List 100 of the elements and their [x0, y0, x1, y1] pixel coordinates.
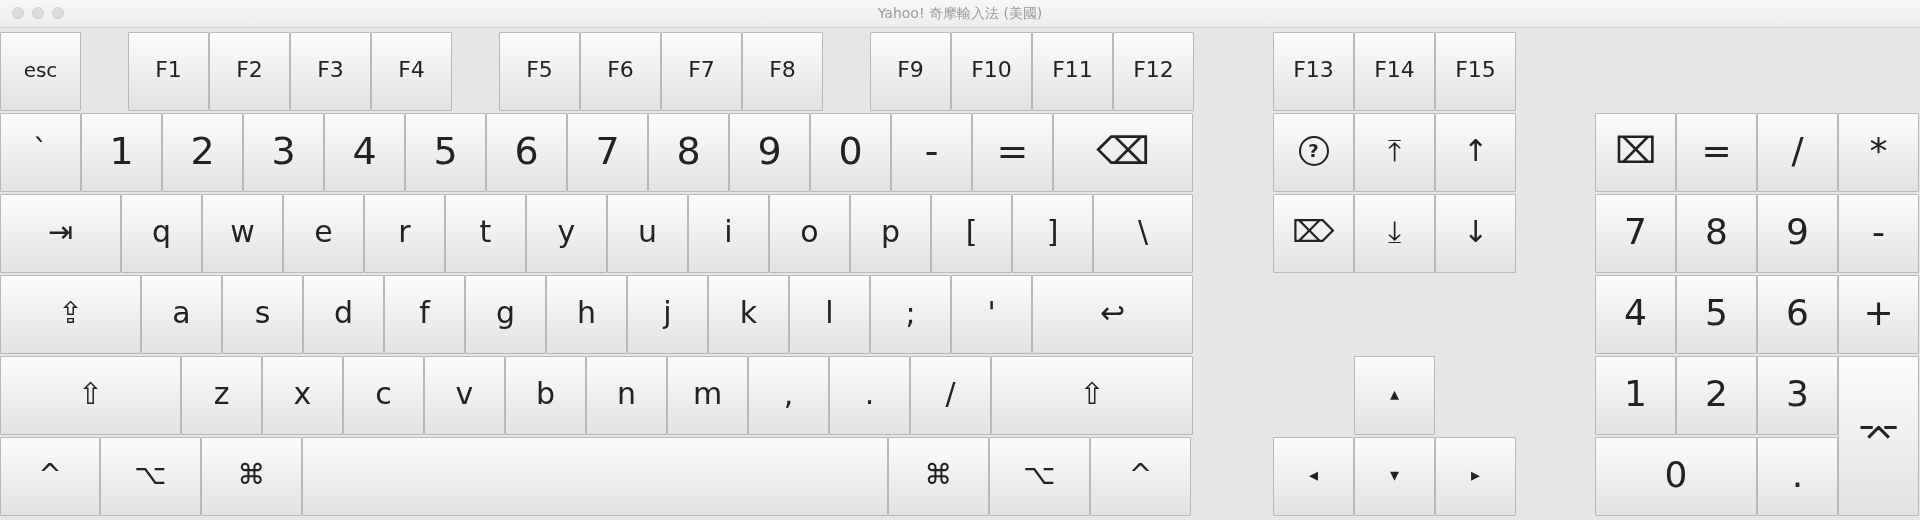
- keyboard-key[interactable]: [: [931, 194, 1012, 273]
- keyboard-key[interactable]: F6: [580, 32, 661, 111]
- keyboard-key[interactable]: /: [1757, 113, 1838, 192]
- keyboard-key[interactable]: -: [1838, 194, 1919, 273]
- keyboard-key[interactable]: ^: [1090, 437, 1191, 516]
- keyboard-key[interactable]: ▾: [1354, 437, 1435, 516]
- keyboard-key[interactable]: ▴: [1354, 356, 1435, 435]
- keyboard-key[interactable]: ]: [1012, 194, 1093, 273]
- keyboard-key[interactable]: g: [465, 275, 546, 354]
- keyboard-key[interactable]: ▸: [1435, 437, 1516, 516]
- keyboard-key[interactable]: o: [769, 194, 850, 273]
- keyboard-key[interactable]: m: [667, 356, 748, 435]
- keyboard-key[interactable]: ⌤: [1838, 356, 1919, 516]
- keyboard-key[interactable]: ⤓: [1354, 194, 1435, 273]
- keyboard-key[interactable]: +: [1838, 275, 1919, 354]
- keyboard-key[interactable]: ,: [748, 356, 829, 435]
- keyboard-key[interactable]: -: [891, 113, 972, 192]
- keyboard-key[interactable]: ⇧: [0, 356, 181, 435]
- keyboard-key[interactable]: 3: [243, 113, 324, 192]
- keyboard-key[interactable]: z: [181, 356, 262, 435]
- keyboard-key[interactable]: d: [303, 275, 384, 354]
- keyboard-key[interactable]: F13: [1273, 32, 1354, 111]
- keyboard-key[interactable]: F12: [1113, 32, 1194, 111]
- keyboard-key[interactable]: 7: [1595, 194, 1676, 273]
- keyboard-key[interactable]: a: [141, 275, 222, 354]
- keyboard-key[interactable]: `: [0, 113, 81, 192]
- keyboard-key[interactable]: 5: [1676, 275, 1757, 354]
- keyboard-key[interactable]: =: [1676, 113, 1757, 192]
- keyboard-key[interactable]: j: [627, 275, 708, 354]
- keyboard-key[interactable]: F10: [951, 32, 1032, 111]
- keyboard-key[interactable]: F3: [290, 32, 371, 111]
- keyboard-key[interactable]: *: [1838, 113, 1919, 192]
- keyboard-key[interactable]: ⌫: [1053, 113, 1193, 192]
- keyboard-key[interactable]: ': [951, 275, 1032, 354]
- keyboard-key[interactable]: 5: [405, 113, 486, 192]
- keyboard-key[interactable]: l: [789, 275, 870, 354]
- close-button[interactable]: [12, 7, 24, 19]
- keyboard-key[interactable]: F2: [209, 32, 290, 111]
- keyboard-key[interactable]: x: [262, 356, 343, 435]
- keyboard-key[interactable]: ⌥: [989, 437, 1090, 516]
- keyboard-key[interactable]: u: [607, 194, 688, 273]
- keyboard-key[interactable]: ↑: [1435, 113, 1516, 192]
- keyboard-key[interactable]: 1: [1595, 356, 1676, 435]
- keyboard-key[interactable]: F8: [742, 32, 823, 111]
- keyboard-key[interactable]: F9: [870, 32, 951, 111]
- space-bar[interactable]: [302, 437, 888, 516]
- keyboard-key[interactable]: F7: [661, 32, 742, 111]
- keyboard-key[interactable]: 8: [648, 113, 729, 192]
- keyboard-key[interactable]: ⌦: [1273, 194, 1354, 273]
- keyboard-key[interactable]: v: [424, 356, 505, 435]
- keyboard-key[interactable]: ⌥: [100, 437, 201, 516]
- keyboard-key[interactable]: ↓: [1435, 194, 1516, 273]
- keyboard-key[interactable]: =: [972, 113, 1053, 192]
- keyboard-key[interactable]: q: [121, 194, 202, 273]
- keyboard-key[interactable]: e: [283, 194, 364, 273]
- keyboard-key[interactable]: ^: [0, 437, 100, 516]
- keyboard-key[interactable]: ;: [870, 275, 951, 354]
- keyboard-key[interactable]: y: [526, 194, 607, 273]
- keyboard-key[interactable]: ⇧: [991, 356, 1193, 435]
- keyboard-key[interactable]: .: [829, 356, 910, 435]
- keyboard-key[interactable]: ⌘: [888, 437, 989, 516]
- keyboard-key[interactable]: k: [708, 275, 789, 354]
- keyboard-key[interactable]: F4: [371, 32, 452, 111]
- keyboard-key[interactable]: h: [546, 275, 627, 354]
- minimize-button[interactable]: [32, 7, 44, 19]
- keyboard-key[interactable]: .: [1757, 437, 1838, 516]
- keyboard-key[interactable]: \: [1093, 194, 1193, 273]
- keyboard-key[interactable]: f: [384, 275, 465, 354]
- keyboard-key[interactable]: ↩: [1032, 275, 1193, 354]
- keyboard-key[interactable]: ⌧: [1595, 113, 1676, 192]
- keyboard-key[interactable]: 9: [729, 113, 810, 192]
- keyboard-key[interactable]: F1: [128, 32, 209, 111]
- keyboard-key[interactable]: w: [202, 194, 283, 273]
- keyboard-key[interactable]: ?: [1273, 113, 1354, 192]
- keyboard-key[interactable]: 3: [1757, 356, 1838, 435]
- keyboard-key[interactable]: ◂: [1273, 437, 1354, 516]
- keyboard-key[interactable]: ⌘: [201, 437, 302, 516]
- keyboard-key[interactable]: 2: [1676, 356, 1757, 435]
- keyboard-key[interactable]: F15: [1435, 32, 1516, 111]
- zoom-button[interactable]: [52, 7, 64, 19]
- keyboard-key[interactable]: 6: [1757, 275, 1838, 354]
- keyboard-key[interactable]: F14: [1354, 32, 1435, 111]
- keyboard-key[interactable]: 0: [1595, 437, 1757, 516]
- keyboard-key[interactable]: b: [505, 356, 586, 435]
- keyboard-key[interactable]: s: [222, 275, 303, 354]
- keyboard-key[interactable]: /: [910, 356, 991, 435]
- keyboard-key[interactable]: ⇥: [0, 194, 121, 273]
- keyboard-key[interactable]: 4: [1595, 275, 1676, 354]
- keyboard-key[interactable]: ⇪: [0, 275, 141, 354]
- keyboard-key[interactable]: 7: [567, 113, 648, 192]
- keyboard-key[interactable]: t: [445, 194, 526, 273]
- keyboard-key[interactable]: n: [586, 356, 667, 435]
- keyboard-key[interactable]: esc: [0, 32, 81, 111]
- keyboard-key[interactable]: ⤒: [1354, 113, 1435, 192]
- keyboard-key[interactable]: c: [343, 356, 424, 435]
- keyboard-key[interactable]: 6: [486, 113, 567, 192]
- keyboard-key[interactable]: 1: [81, 113, 162, 192]
- keyboard-key[interactable]: 0: [810, 113, 891, 192]
- keyboard-key[interactable]: r: [364, 194, 445, 273]
- keyboard-key[interactable]: 9: [1757, 194, 1838, 273]
